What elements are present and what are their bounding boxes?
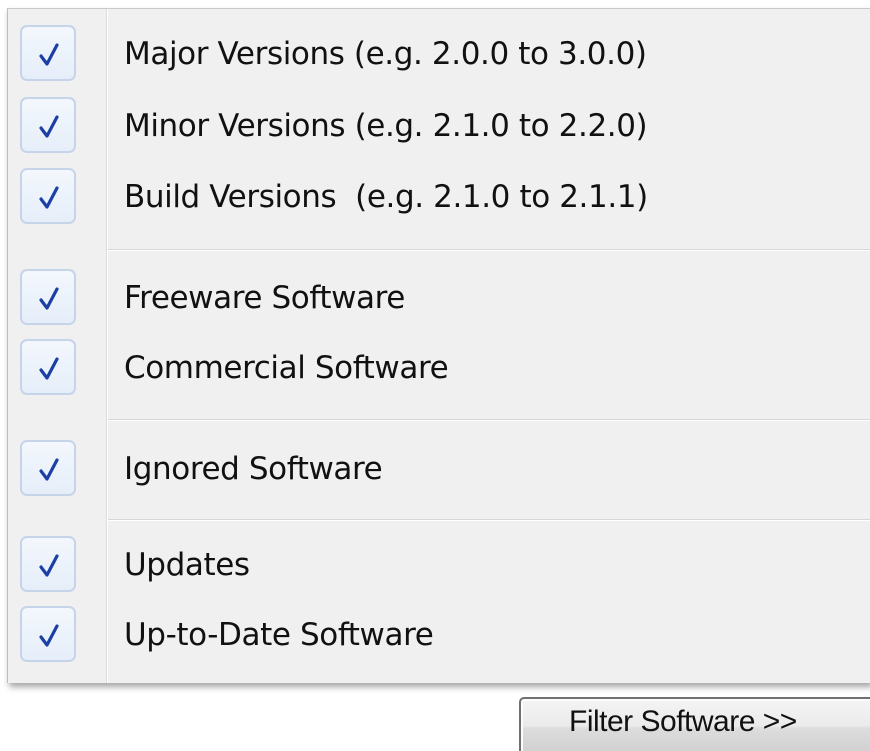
menu-item-label: Up-to-Date Software xyxy=(124,617,434,653)
menu-item-label: Ignored Software xyxy=(124,451,383,487)
menu-item-label: Build Versions (e.g. 2.1.0 to 2.1.1) xyxy=(124,179,648,215)
checkmark-icon xyxy=(39,554,59,577)
menu-item-check xyxy=(20,168,76,224)
menu-item-label: Updates xyxy=(124,547,250,583)
menu-item-check xyxy=(20,606,76,662)
checkmark-icon xyxy=(39,43,59,66)
filter-dropdown-menu: Major Versions (e.g. 2.0.0 to 3.0.0) Min… xyxy=(7,8,870,683)
filter-software-button-label: Filter Software >> xyxy=(569,705,797,738)
screen: Major Versions (e.g. 2.0.0 to 3.0.0) Min… xyxy=(0,0,870,751)
menu-item-label: Freeware Software xyxy=(124,280,405,316)
checkmark-icon xyxy=(39,186,59,209)
menu-item-label: Commercial Software xyxy=(124,350,449,386)
menu-item-build-versions[interactable]: Build Versions (e.g. 2.1.0 to 2.1.1) xyxy=(8,164,870,230)
menu-item-check xyxy=(20,269,76,325)
menu-item-major-versions[interactable]: Major Versions (e.g. 2.0.0 to 3.0.0) xyxy=(8,21,870,87)
menu-separator xyxy=(108,419,870,421)
checkmark-icon xyxy=(39,115,59,138)
menu-item-up-to-date[interactable]: Up-to-Date Software xyxy=(8,602,870,668)
menu-item-freeware[interactable]: Freeware Software xyxy=(8,265,870,331)
menu-item-label: Major Versions (e.g. 2.0.0 to 3.0.0) xyxy=(124,36,647,72)
menu-separator xyxy=(108,519,870,521)
menu-item-label: Minor Versions (e.g. 2.1.0 to 2.2.0) xyxy=(124,108,648,144)
menu-item-check xyxy=(20,97,76,153)
menu-item-check xyxy=(20,440,76,496)
menu-item-commercial[interactable]: Commercial Software xyxy=(8,335,870,401)
menu-item-ignored[interactable]: Ignored Software xyxy=(8,436,870,502)
checkmark-icon xyxy=(39,624,59,647)
checkmark-icon xyxy=(39,458,59,481)
menu-item-check xyxy=(20,339,76,395)
menu-item-check xyxy=(20,25,76,81)
menu-item-updates[interactable]: Updates xyxy=(8,532,870,598)
menu-separator xyxy=(108,249,870,251)
menu-item-minor-versions[interactable]: Minor Versions (e.g. 2.1.0 to 2.2.0) xyxy=(8,93,870,159)
menu-item-check xyxy=(20,536,76,592)
checkmark-icon xyxy=(39,357,59,380)
checkmark-icon xyxy=(39,287,59,310)
filter-software-button[interactable]: Filter Software >> xyxy=(519,697,870,751)
